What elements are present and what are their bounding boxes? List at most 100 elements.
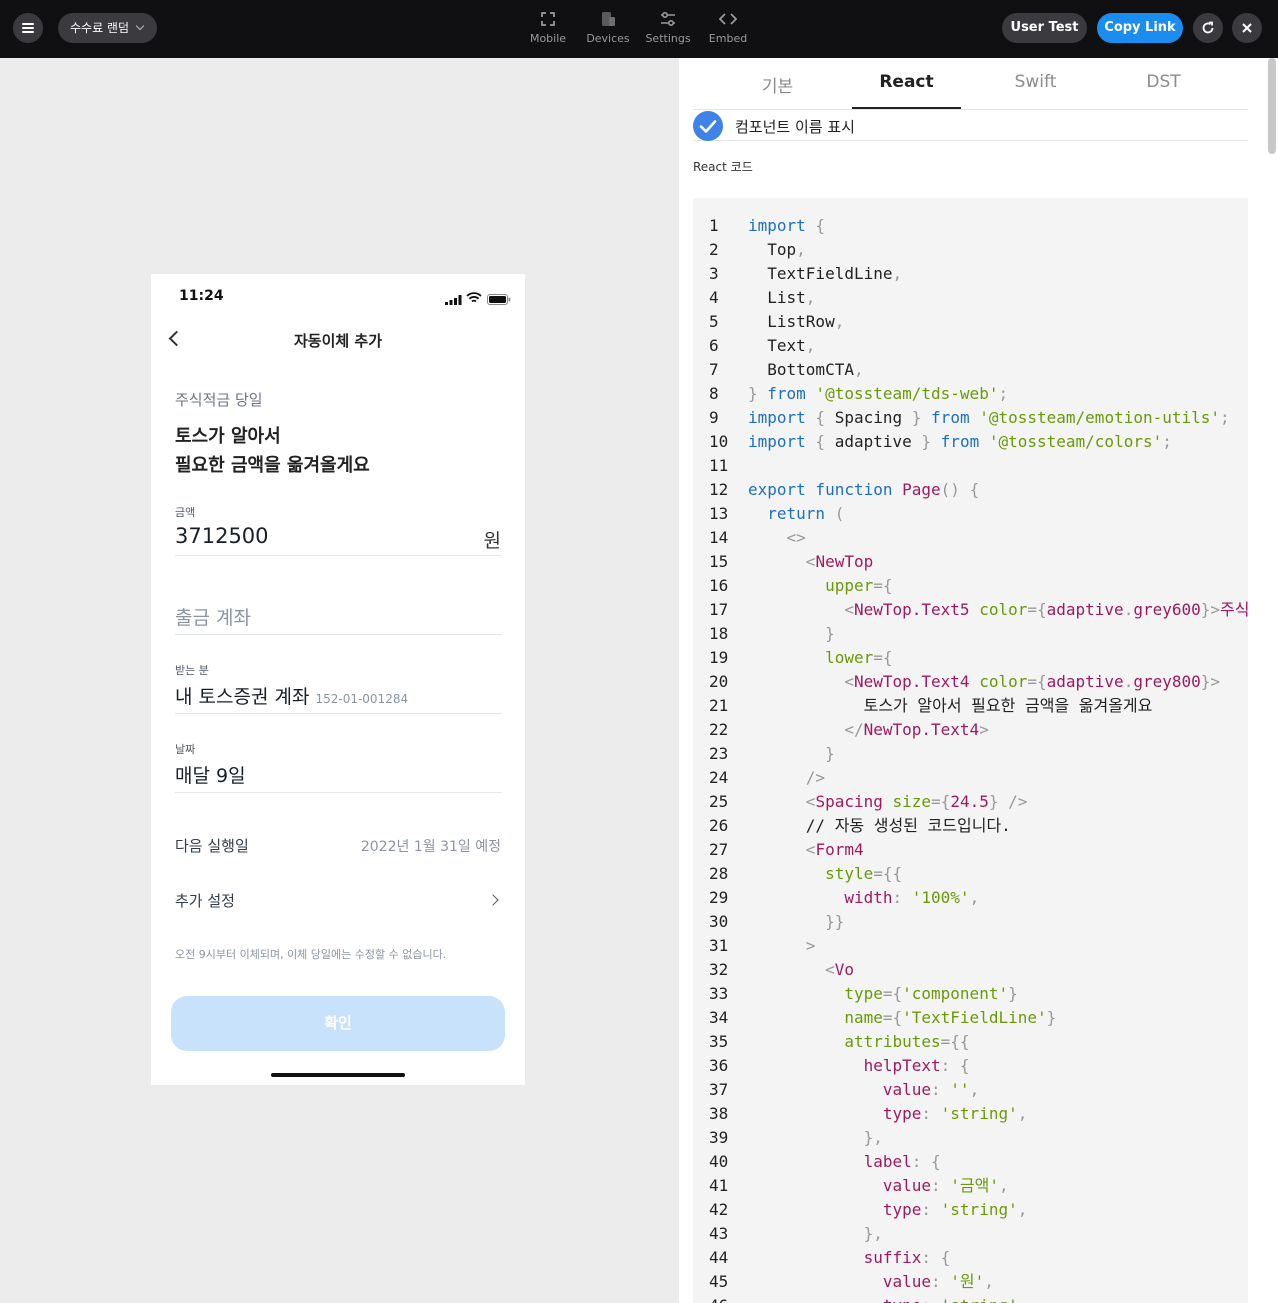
devices-tool-button[interactable]: Devices — [578, 10, 638, 45]
code-token: type — [748, 1104, 922, 1123]
show-component-names-label: 컴포넌트 이름 표시 — [735, 118, 855, 136]
code-token: '금액' — [950, 1176, 1000, 1195]
code-token: upper — [748, 576, 874, 595]
show-component-names-checkbox[interactable] — [693, 111, 723, 141]
code-token: NewTop.Text4 — [863, 720, 980, 739]
code-token: ={{ — [873, 864, 903, 883]
code-token: ( — [825, 504, 845, 523]
code-token: type — [748, 1200, 922, 1219]
code-token: // 자동 생성된 코드입니다. — [748, 816, 1011, 835]
code-token: }} — [748, 912, 845, 931]
amount-label: 금액 — [175, 506, 196, 519]
code-token: 'string' — [940, 1104, 1018, 1123]
code-line: 7 BottomCTA, — [693, 358, 864, 382]
line-number: 2 — [709, 240, 719, 259]
code-token: ; — [1220, 408, 1230, 427]
copy-link-button[interactable]: Copy Link — [1097, 13, 1183, 43]
user-test-button[interactable]: User Test — [1002, 13, 1087, 43]
code-token: 'component' — [902, 984, 1009, 1003]
code-token: }, — [748, 1224, 883, 1243]
confirm-button[interactable]: 확인 — [171, 996, 505, 1051]
phone-preview: 11:24 자동이체 추가 주식적금 당일 토스가 알아서 필요한 금액을 옮겨… — [151, 274, 525, 1085]
code-token: } — [902, 408, 932, 427]
code-line: 12 export function Page() { — [693, 478, 979, 502]
code-line: 3 TextFieldLine, — [693, 262, 902, 286]
embed-tool-button[interactable]: Embed — [698, 10, 758, 45]
signal-icon — [445, 290, 463, 309]
line-number: 30 — [709, 912, 729, 931]
line-number: 25 — [709, 792, 729, 811]
refresh-button[interactable] — [1193, 13, 1223, 43]
code-token: : — [921, 1200, 941, 1219]
show-component-names-row: 컴포넌트 이름 표시 — [693, 111, 1248, 141]
code-line: 32 <Vo — [693, 958, 854, 982]
code-token: { — [805, 408, 835, 427]
amount-underline — [175, 555, 502, 556]
code-token: List — [748, 288, 806, 307]
code-line: 46 type: 'string', — [693, 1294, 1027, 1303]
embed-tool-label: Embed — [708, 32, 748, 45]
devices-icon — [578, 10, 638, 28]
code-token: Spacing — [815, 792, 883, 811]
line-number: 42 — [709, 1200, 729, 1219]
line-number: 9 — [709, 408, 719, 427]
code-line: 1 import { — [693, 214, 825, 238]
code-token: ={{ — [940, 1032, 970, 1051]
code-token: from — [931, 408, 970, 427]
code-token: '원' — [950, 1272, 985, 1291]
code-line: 24 /> — [693, 766, 825, 790]
code-token: Page — [892, 480, 941, 499]
hamburger-menu-button[interactable] — [13, 13, 43, 43]
receiver-underline — [175, 713, 502, 714]
line-number: 29 — [709, 888, 729, 907]
extra-settings-row[interactable]: 추가 설정 — [175, 890, 235, 911]
settings-tool-button[interactable]: Settings — [638, 10, 698, 45]
wifi-icon — [466, 289, 482, 308]
line-number: 6 — [709, 336, 719, 355]
receiver-label: 받는 분 — [175, 664, 209, 677]
receiver-value: 내 토스증권 계좌 — [175, 686, 310, 708]
code-token: attributes — [748, 1032, 941, 1051]
tab-basic[interactable]: 기본 — [723, 72, 832, 97]
code-token: < — [748, 600, 854, 619]
date-field[interactable]: 매달 9일 — [175, 761, 246, 788]
code-line: 22 </NewTop.Text4> — [693, 718, 989, 742]
tab-dst[interactable]: DST — [1109, 72, 1218, 92]
line-number: 35 — [709, 1032, 729, 1051]
panel-scrollbar[interactable] — [1268, 58, 1276, 154]
code-token: import — [748, 408, 806, 427]
react-code-block[interactable]: 1 import {2 Top, 3 TextFieldLine, 4 List, 5 … — [693, 198, 1248, 1303]
code-token: ={ — [882, 1008, 903, 1027]
code-token: color — [969, 672, 1028, 691]
project-selector[interactable]: 수수료 랜덤 — [58, 13, 158, 43]
code-token: < — [748, 792, 816, 811]
code-token: > — [748, 936, 816, 955]
mobile-tool-button[interactable]: Mobile — [518, 10, 578, 45]
tab-swift[interactable]: Swift — [981, 72, 1090, 92]
receiver-field[interactable]: 내 토스증권 계좌 152-01-001284 — [175, 682, 408, 709]
code-line: 34 name={'TextFieldLine'} — [693, 1006, 1056, 1030]
code-token: () { — [940, 480, 980, 499]
line-number: 22 — [709, 720, 729, 739]
amount-input[interactable]: 3712500 — [175, 524, 269, 548]
code-token: lower — [748, 648, 874, 667]
line-number: 16 — [709, 576, 729, 595]
close-button[interactable] — [1232, 13, 1262, 43]
code-line: 17 <NewTop.Text5 color={adaptive.grey600… — [693, 598, 1248, 622]
checkmark-icon — [699, 120, 717, 133]
code-token: style — [748, 864, 874, 883]
line-number: 32 — [709, 960, 729, 979]
code-token: TextFieldLine — [748, 264, 893, 283]
code-token: adaptive — [834, 432, 912, 451]
code-token: <> — [748, 528, 806, 547]
tab-react[interactable]: React — [852, 72, 961, 92]
line-number: 17 — [709, 600, 729, 619]
line-number: 38 — [709, 1104, 729, 1123]
withdraw-account-field[interactable]: 출금 계좌 — [175, 603, 251, 630]
code-line: 5 ListRow, — [693, 310, 844, 334]
code-token: : — [892, 888, 912, 907]
code-line: 33 type={'component'} — [693, 982, 1018, 1006]
code-token: , — [999, 1176, 1009, 1195]
code-token: adaptive — [1046, 600, 1124, 619]
refresh-icon — [1202, 21, 1214, 34]
